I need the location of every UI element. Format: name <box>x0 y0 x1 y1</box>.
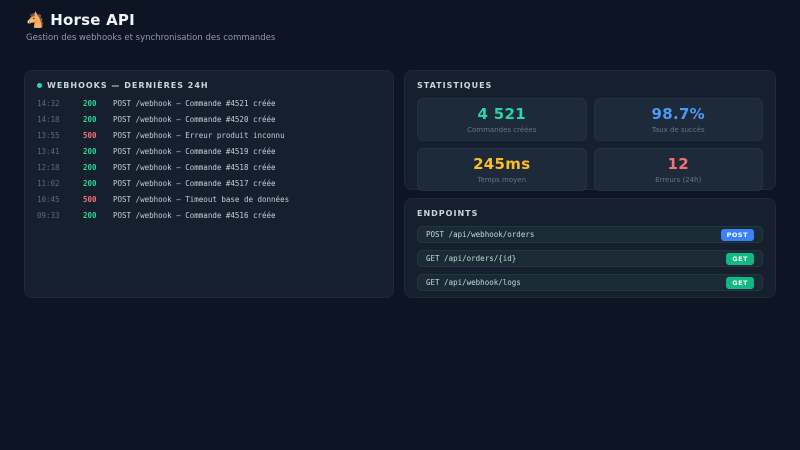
log-message: POST /webhook — Commande #4517 créée <box>113 179 381 188</box>
log-status-code: 500 <box>83 131 107 140</box>
log-message: POST /webhook — Commande #4520 créée <box>113 115 381 124</box>
log-row: 13:41 200 POST /webhook — Commande #4519… <box>37 147 381 163</box>
log-status-code: 200 <box>83 99 107 108</box>
log-message: POST /webhook — Commande #4521 créée <box>113 99 381 108</box>
statistics-panel: STATISTIQUES 4 521 Commandes créées 98.7… <box>404 70 776 190</box>
method-badge: POST <box>721 229 754 241</box>
log-status-code: 200 <box>83 147 107 156</box>
app-title: 🐴 Horse API <box>26 11 275 29</box>
stat-value: 245ms <box>473 155 530 173</box>
log-time: 12:18 <box>37 163 77 172</box>
log-row: 14:32 200 POST /webhook — Commande #4521… <box>37 99 381 115</box>
endpoint-list: POST /api/webhook/orders POST GET /api/o… <box>417 226 763 291</box>
log-message: POST /webhook — Timeout base de données <box>113 195 381 204</box>
log-row: 10:45 500 POST /webhook — Timeout base d… <box>37 195 381 211</box>
app-subtitle: Gestion des webhooks et synchronisation … <box>26 33 275 43</box>
statistics-panel-title: STATISTIQUES <box>417 81 763 90</box>
stat-card: 4 521 Commandes créées <box>417 98 587 141</box>
webhooks-panel: WEBHOOKS — DERNIÈRES 24H 14:32 200 POST … <box>24 70 394 298</box>
stat-card: 98.7% Taux de succès <box>594 98 764 141</box>
stat-label: Erreurs (24h) <box>655 176 701 184</box>
stat-value: 12 <box>668 155 689 173</box>
log-time: 14:32 <box>37 99 77 108</box>
method-badge: GET <box>726 277 754 289</box>
log-message: POST /webhook — Commande #4519 créée <box>113 147 381 156</box>
log-row: 13:55 500 POST /webhook — Erreur produit… <box>37 131 381 147</box>
log-status-code: 200 <box>83 211 107 220</box>
log-row: 14:18 200 POST /webhook — Commande #4520… <box>37 115 381 131</box>
log-time: 10:45 <box>37 195 77 204</box>
log-time: 13:55 <box>37 131 77 140</box>
log-status-code: 200 <box>83 163 107 172</box>
stat-label: Commandes créées <box>467 126 536 134</box>
webhook-log-list: 14:32 200 POST /webhook — Commande #4521… <box>37 99 381 227</box>
stats-grid: 4 521 Commandes créées 98.7% Taux de suc… <box>417 98 763 191</box>
log-row: 09:33 200 POST /webhook — Commande #4516… <box>37 211 381 227</box>
endpoints-panel: ENDPOINTS POST /api/webhook/orders POST … <box>404 198 776 298</box>
method-badge: GET <box>726 253 754 265</box>
stat-value: 4 521 <box>478 105 526 123</box>
log-time: 14:18 <box>37 115 77 124</box>
log-message: POST /webhook — Commande #4516 créée <box>113 211 381 220</box>
log-message: POST /webhook — Commande #4518 créée <box>113 163 381 172</box>
stat-value: 98.7% <box>651 105 705 123</box>
endpoint-path: GET /api/orders/{id} <box>426 254 516 263</box>
log-status-code: 200 <box>83 115 107 124</box>
log-row: 11:02 200 POST /webhook — Commande #4517… <box>37 179 381 195</box>
log-status-code: 500 <box>83 195 107 204</box>
endpoint-path: GET /api/webhook/logs <box>426 278 521 287</box>
log-time: 11:02 <box>37 179 77 188</box>
endpoints-panel-title: ENDPOINTS <box>417 209 763 218</box>
endpoint-row[interactable]: GET /api/webhook/logs GET <box>417 274 763 291</box>
log-time: 09:33 <box>37 211 77 220</box>
endpoint-row[interactable]: POST /api/webhook/orders POST <box>417 226 763 243</box>
endpoint-path: POST /api/webhook/orders <box>426 230 534 239</box>
log-status-code: 200 <box>83 179 107 188</box>
webhooks-panel-title-label: WEBHOOKS — DERNIÈRES 24H <box>47 81 209 90</box>
endpoint-row[interactable]: GET /api/orders/{id} GET <box>417 250 763 267</box>
status-dot-icon <box>37 83 42 88</box>
log-time: 13:41 <box>37 147 77 156</box>
log-row: 12:18 200 POST /webhook — Commande #4518… <box>37 163 381 179</box>
stat-label: Taux de succès <box>652 126 705 134</box>
app-header: 🐴 Horse API Gestion des webhooks et sync… <box>26 11 275 43</box>
stat-label: Temps moyen <box>477 176 526 184</box>
webhooks-panel-title: WEBHOOKS — DERNIÈRES 24H <box>37 81 381 90</box>
log-message: POST /webhook — Erreur produit inconnu <box>113 131 381 140</box>
stat-card: 245ms Temps moyen <box>417 148 587 191</box>
stat-card: 12 Erreurs (24h) <box>594 148 764 191</box>
